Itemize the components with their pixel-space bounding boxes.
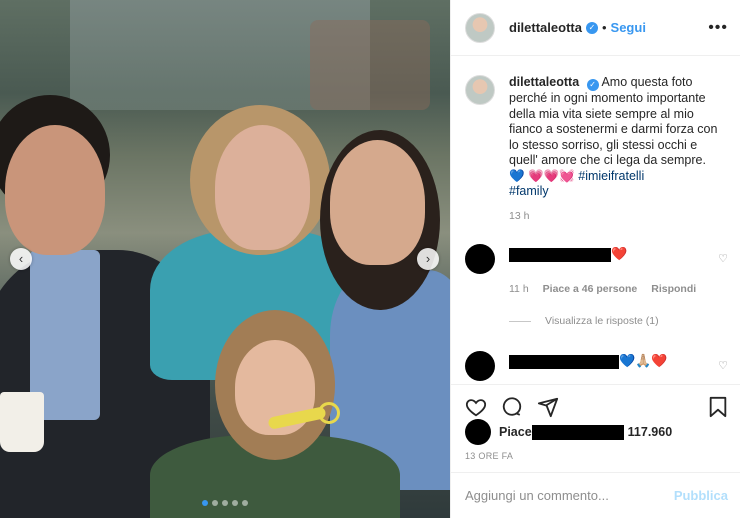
carousel-dot — [222, 500, 228, 506]
publish-button[interactable]: Pubblica — [674, 488, 728, 503]
photo-brother-face — [5, 125, 105, 255]
photo-bubble-ring — [318, 402, 340, 424]
liker-avatar-redacted — [465, 419, 491, 445]
post-side-panel: dilettaleotta ✓ • Segui ••• dilettaleott… — [450, 0, 740, 518]
carousel-prev-button[interactable]: ‹ — [10, 248, 32, 270]
follow-button[interactable]: Segui — [611, 20, 646, 35]
photo-background-lamp — [310, 20, 430, 110]
post-photo[interactable]: ‹ › — [0, 0, 450, 518]
comment-text: ❤️ — [509, 244, 627, 274]
verified-badge-icon: ✓ — [585, 21, 598, 34]
comment-like-heart-icon[interactable]: ♡ — [718, 252, 728, 265]
carousel-next-button[interactable]: › — [417, 248, 439, 270]
caption-body: dilettaleotta ✓ Amo questa foto perché i… — [509, 75, 724, 224]
hashtag-family[interactable]: #family — [509, 184, 549, 198]
paper-plane-icon[interactable] — [537, 396, 559, 418]
comment-item: 💙🙏🏼❤️ ♡ — [451, 351, 740, 381]
comment-input[interactable] — [465, 488, 674, 503]
comment-item: ❤️ ♡ — [451, 244, 740, 274]
likes-count[interactable]: 117.960 — [628, 425, 673, 439]
post-timestamp: 13 ORE FA — [465, 451, 514, 461]
blue-heart-emoji: 💙 — [509, 168, 525, 183]
comment-timestamp: 11 h — [509, 283, 529, 295]
heart-outline-icon[interactable] — [465, 396, 487, 418]
bookmark-icon[interactable] — [708, 396, 728, 418]
verified-badge-icon: ✓ — [586, 79, 599, 91]
comment-emoji: ❤️ — [611, 246, 628, 261]
comment-bubble-icon[interactable] — [501, 396, 523, 418]
caption-username[interactable]: dilettaleotta — [509, 75, 579, 89]
comment-meta: 11 h Piace a 46 persone Rispondi — [509, 283, 740, 295]
commenter-avatar-redacted[interactable] — [465, 351, 495, 381]
caption: dilettaleotta ✓ Amo questa foto perché i… — [451, 57, 740, 224]
comment-emoji: 💙🙏🏼❤️ — [619, 353, 668, 368]
redacted-liker-name — [531, 424, 624, 440]
post-header: dilettaleotta ✓ • Segui ••• — [451, 0, 740, 56]
reply-button[interactable]: Rispondi — [651, 283, 696, 295]
comment-like-heart-icon[interactable]: ♡ — [718, 359, 728, 372]
view-replies-button[interactable]: Visualizza le risposte (1) — [509, 315, 740, 327]
photo-woman-face — [215, 125, 310, 250]
likes-prefix: Piace — [499, 425, 532, 439]
comment-text: 💙🙏🏼❤️ — [509, 351, 668, 381]
photo-sister-face — [330, 140, 425, 265]
instagram-post: ‹ › dilettaleotta ✓ • Segui ••• dilettal… — [0, 0, 740, 518]
comments-list[interactable]: dilettaleotta ✓ Amo questa foto perché i… — [451, 57, 740, 384]
carousel-dot — [232, 500, 238, 506]
replies-divider-line — [509, 320, 531, 322]
author-avatar[interactable] — [465, 12, 495, 43]
commenter-avatar-redacted[interactable] — [465, 244, 495, 274]
pink-hearts-emoji: 💗💗💓 — [528, 168, 575, 183]
redacted-username — [509, 247, 611, 262]
author-username[interactable]: dilettaleotta — [509, 20, 582, 35]
header-separator: • — [601, 20, 607, 35]
likes-summary[interactable]: Piace 117.960 — [451, 419, 740, 445]
carousel-dots — [0, 500, 450, 506]
carousel-dot — [202, 500, 208, 506]
redacted-username — [509, 354, 619, 369]
comment-likes-count[interactable]: Piace a 46 persone — [543, 283, 638, 295]
photo-cup — [0, 392, 44, 452]
add-comment-bar: Pubblica — [451, 472, 740, 518]
more-options-icon[interactable]: ••• — [708, 19, 728, 37]
caption-avatar[interactable] — [465, 75, 495, 105]
caption-timestamp: 13 h — [509, 209, 530, 222]
carousel-dot — [212, 500, 218, 506]
hashtag-imieifratelli[interactable]: #imieifratelli — [578, 169, 644, 183]
view-replies-label: Visualizza le risposte (1) — [545, 315, 659, 327]
action-bar — [451, 384, 740, 420]
carousel-dot — [242, 500, 248, 506]
